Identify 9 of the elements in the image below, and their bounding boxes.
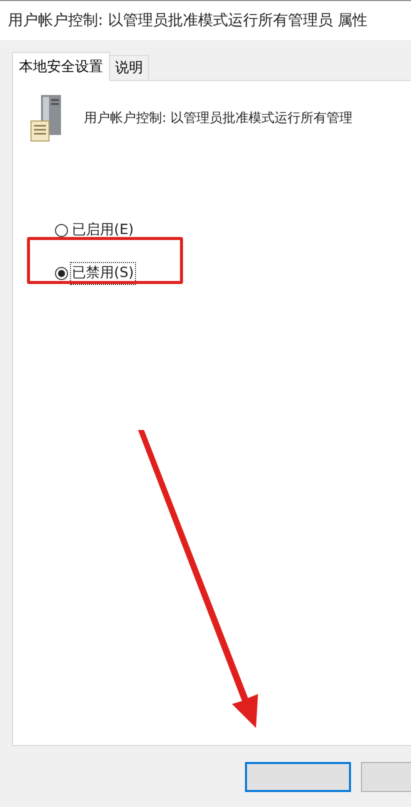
tab[interactable]: 说明	[110, 55, 149, 80]
radio-label: 已启用(E)	[71, 221, 135, 240]
dialog-button[interactable]	[245, 762, 351, 792]
window-title: 用户帐户控制: 以管理员批准模式运行所有管理员 属性	[8, 10, 368, 32]
policy-name: 用户帐户控制: 以管理员批准模式运行所有管理	[84, 110, 353, 128]
radio-button[interactable]	[55, 224, 68, 237]
radio-label: 已禁用(S)	[70, 262, 136, 285]
tab[interactable]: 本地安全设置	[12, 52, 110, 81]
radio-button[interactable]	[55, 267, 68, 280]
